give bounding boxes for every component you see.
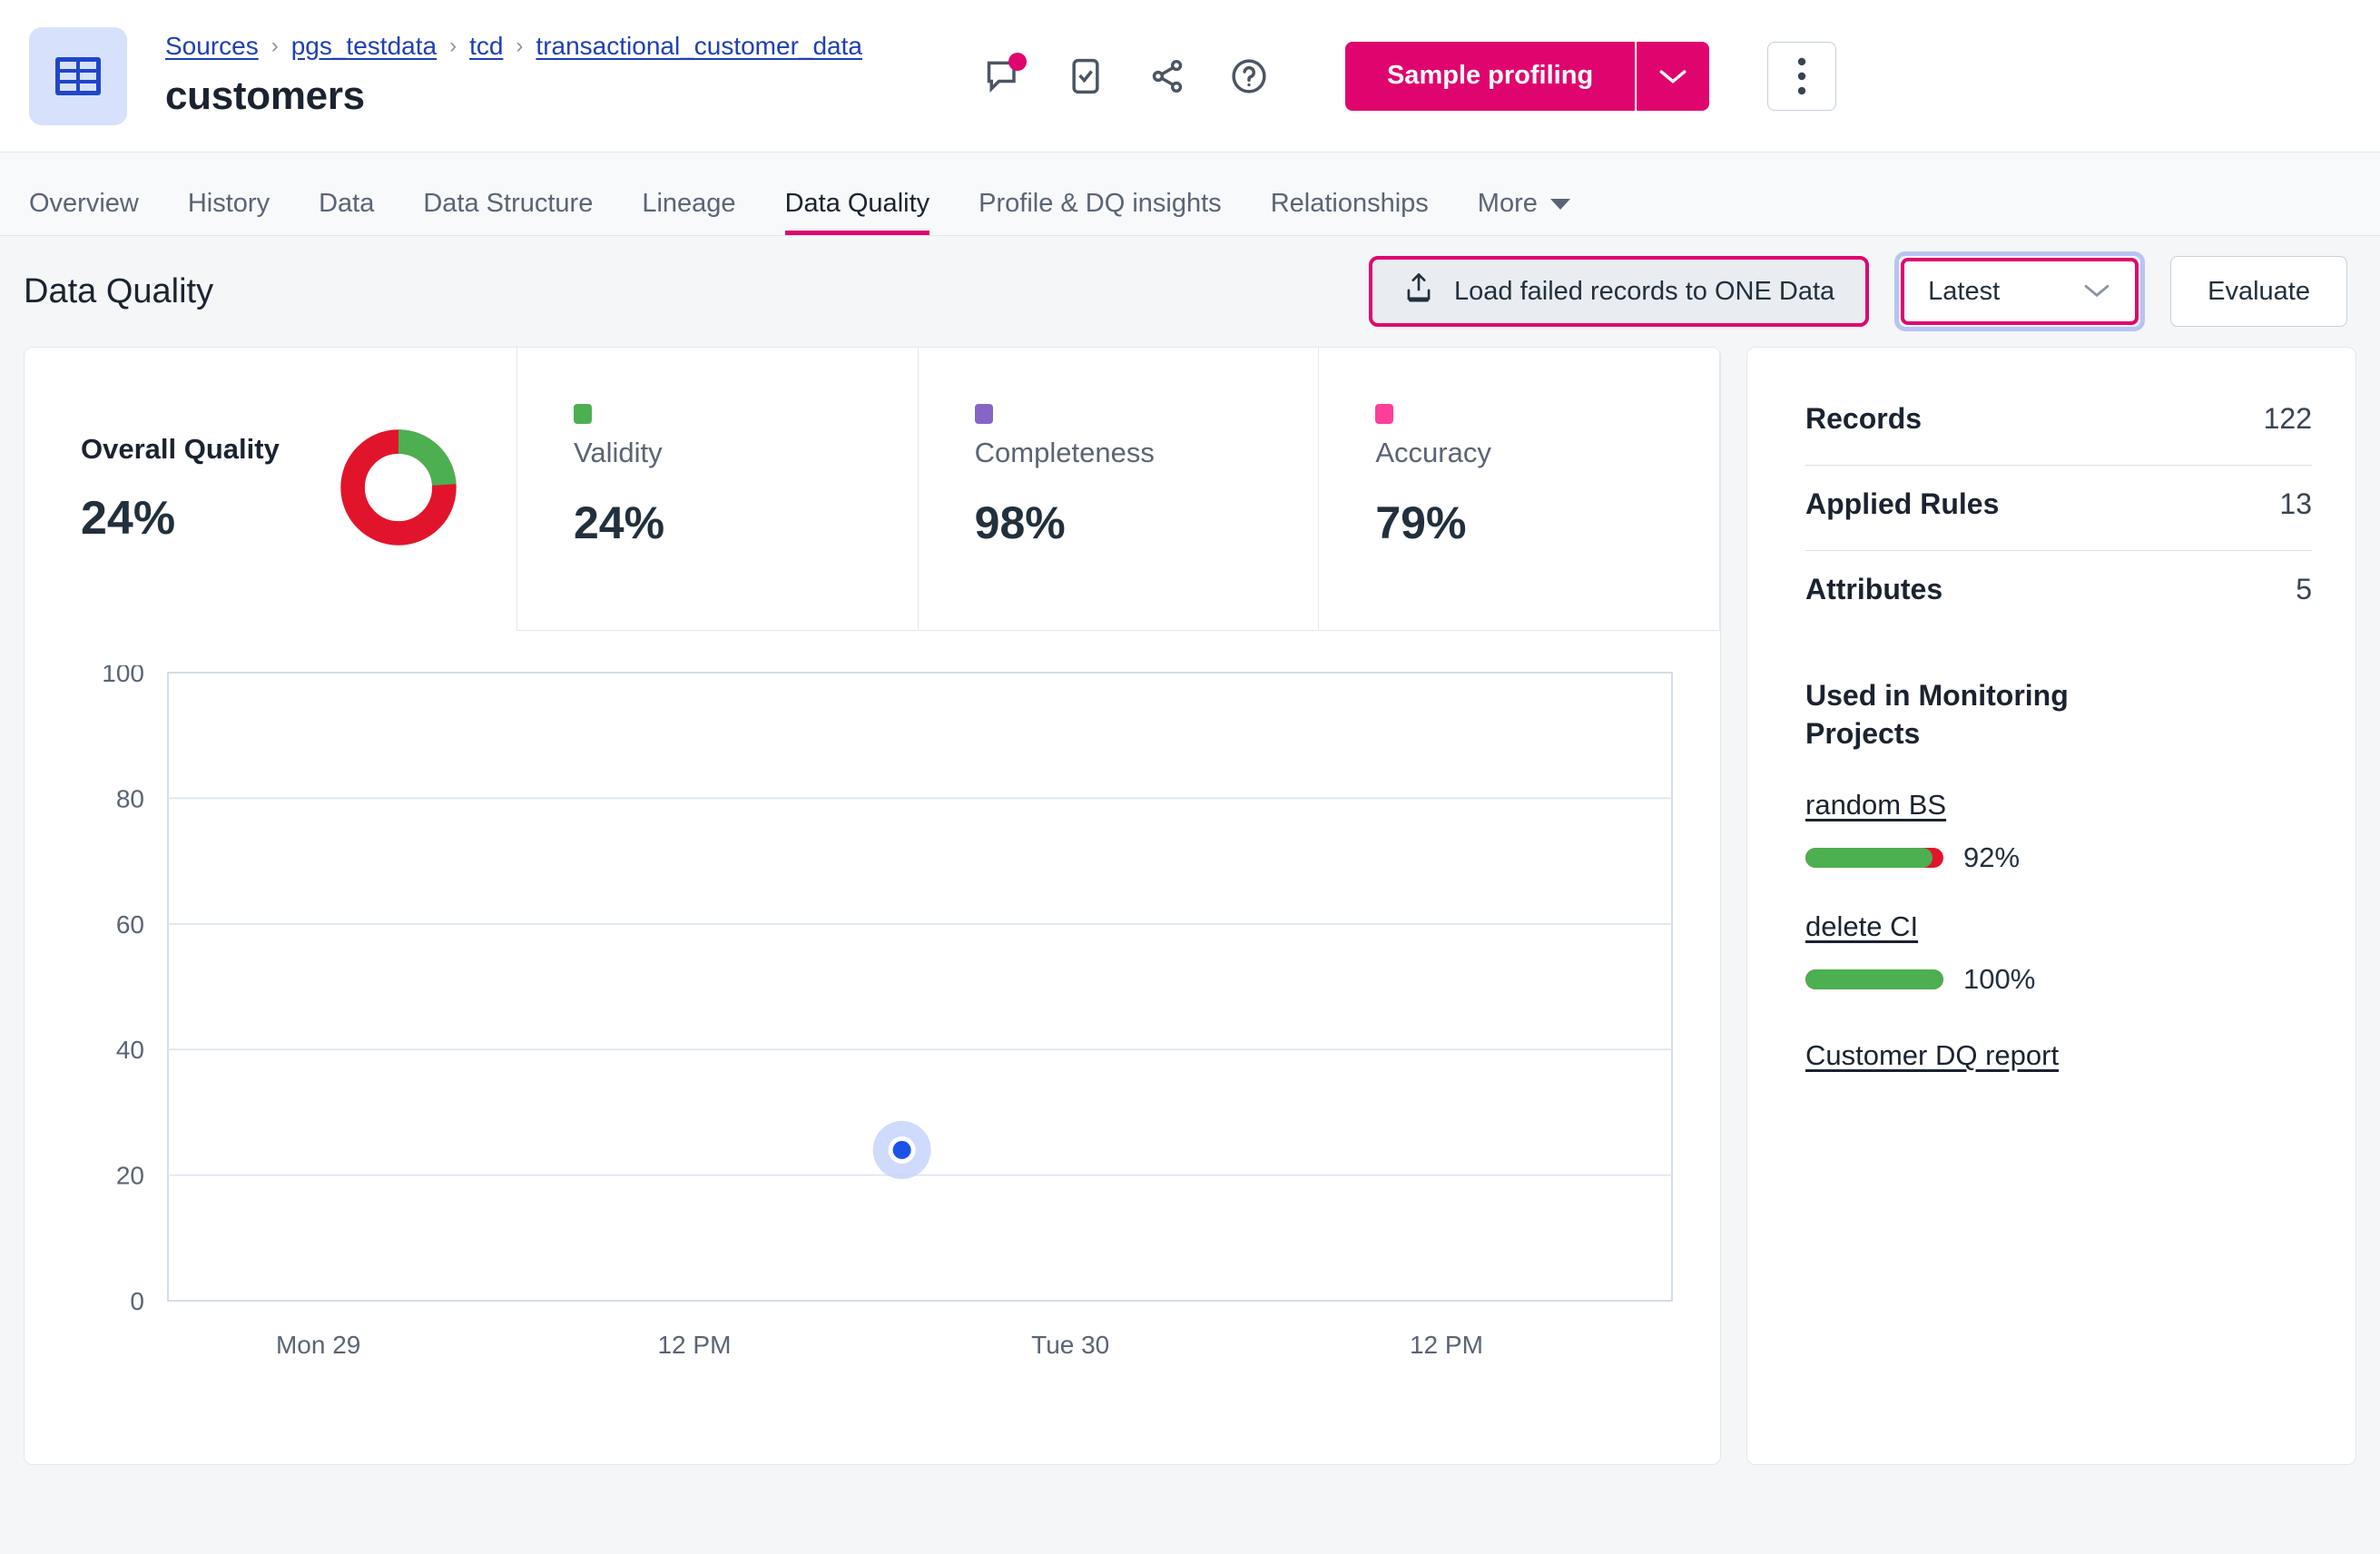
tab-profile-dq-insights[interactable]: Profile & DQ insights [979,189,1222,235]
svg-text:12 PM: 12 PM [657,1331,731,1359]
tab-lineage[interactable]: Lineage [642,189,735,235]
stat-attributes-label: Attributes [1805,573,1943,605]
quality-trend-chart-svg[interactable]: 0 20 40 60 80 100 Mon 29 12 PM Tue 30 12 PM [61,665,1721,1382]
progress-bar-fill [1805,969,1943,990]
share-icon[interactable] [1142,51,1193,102]
progress-bar-track [1805,848,1943,869]
svg-text:20: 20 [116,1162,144,1190]
tab-relationships[interactable]: Relationships [1271,189,1429,235]
breadcrumb-separator: › [270,33,279,58]
notification-badge-dot [1008,52,1027,71]
tab-overview[interactable]: Overview [29,189,139,235]
completeness-color-swatch [974,404,993,424]
stat-records-value: 122 [2263,402,2312,435]
breadcrumb-item-transactional-customer-data[interactable]: transactional_customer_data [536,33,862,59]
upload-icon [1403,271,1434,311]
title-block: Sources › pgs_testdata › tcd › transacti… [165,33,862,119]
svg-text:80: 80 [116,784,144,812]
svg-text:Tue 30: Tue 30 [1031,1331,1109,1359]
breadcrumb-separator: › [516,33,524,58]
latest-select-focus-ring: Latest [1894,251,2146,331]
svg-text:12 PM: 12 PM [1410,1331,1483,1359]
progress-bar-label: 92% [1963,841,2021,874]
help-circle-icon[interactable] [1224,51,1274,102]
latest-select[interactable]: Latest [1901,258,2139,325]
metric-completeness: Completeness 98% [917,348,1319,631]
metrics-row: Overall Quality 24% Validity 24% Complet… [25,348,1720,631]
load-failed-records-button[interactable]: Load failed records to ONE Data [1369,256,1870,327]
overall-quality-label: Overall Quality [81,433,280,465]
load-failed-records-label: Load failed records to ONE Data [1454,276,1835,306]
tab-history[interactable]: History [188,189,270,235]
accuracy-value: 79% [1375,497,1467,548]
breadcrumb: Sources › pgs_testdata › tcd › transacti… [165,33,862,59]
stat-records: Records 122 [1805,380,2312,466]
page-content: Overall Quality 24% Validity 24% Complet… [0,347,2380,1465]
breadcrumb-separator: › [449,33,457,58]
svg-text:100: 100 [102,665,144,687]
more-vertical-icon[interactable] [1767,41,1837,111]
overall-quality-value: 24% [81,492,176,545]
latest-select-value: Latest [1928,276,2001,306]
monitoring-project-link-random-bs[interactable]: random BS [1805,789,1946,821]
used-in-monitoring-projects-heading: Used in Monitoring Projects [1805,679,2069,750]
toolbar-actions: Load failed records to ONE Data Latest E… [1369,251,2347,331]
progress-bar-track [1805,969,1943,990]
table-grid-icon [29,26,127,125]
sample-profiling-chevron-down-icon[interactable] [1635,41,1710,111]
svg-text:40: 40 [116,1036,144,1064]
accuracy-color-swatch [1375,404,1394,424]
quality-trend-chart: 0 20 40 60 80 100 Mon 29 12 PM Tue 30 12 PM [25,631,1720,1382]
monitoring-project-progress-delete-ci: 100% [1805,963,2312,996]
tab-data-quality[interactable]: Data Quality [784,189,929,235]
completeness-value: 98% [974,497,1066,548]
breadcrumb-item-sources[interactable]: Sources [165,33,259,59]
validity-label: Validity [574,437,663,468]
data-quality-main-card: Overall Quality 24% Validity 24% Complet… [24,347,1721,1465]
monitoring-project-progress-random-bs: 92% [1805,841,2312,874]
section-title: Data Quality [24,271,214,310]
metric-validity: Validity 24% [516,348,918,631]
comment-icon[interactable] [979,51,1029,102]
header-actions: Sample profiling [979,41,1837,111]
stat-attributes: Attributes 5 [1805,551,2312,635]
breadcrumb-item-tcd[interactable]: tcd [469,33,503,59]
chevron-down-icon [2082,277,2111,307]
sample-profiling-split-button: Sample profiling [1344,41,1710,111]
breadcrumb-item-pgs-testdata[interactable]: pgs_testdata [291,33,437,59]
customer-dq-report-link[interactable]: Customer DQ report [1805,1039,2059,1072]
svg-text:60: 60 [116,910,144,939]
metric-overall-quality: Overall Quality 24% [25,348,516,631]
accuracy-label: Accuracy [1375,437,1491,468]
svg-text:0: 0 [130,1287,144,1315]
task-check-icon[interactable] [1060,51,1111,102]
monitoring-project-link-delete-ci[interactable]: delete CI [1805,910,1918,943]
completeness-label: Completeness [974,437,1155,468]
tab-data[interactable]: Data [319,189,374,235]
app-header: Sources › pgs_testdata › tcd › transacti… [0,0,2380,152]
validity-value: 24% [574,497,665,548]
chevron-down-icon [1549,198,1570,210]
dq-toolbar: Data Quality Load failed records to ONE … [0,236,2380,347]
stat-applied-rules-label: Applied Rules [1805,487,2000,520]
evaluate-button[interactable]: Evaluate [2170,256,2347,327]
stat-attributes-value: 5 [2296,573,2312,605]
sample-profiling-button[interactable]: Sample profiling [1344,41,1636,111]
tab-data-structure[interactable]: Data Structure [423,189,593,235]
svg-text:Mon 29: Mon 29 [276,1331,360,1359]
summary-side-panel: Records 122 Applied Rules 13 Attributes … [1746,347,2356,1465]
stat-applied-rules: Applied Rules 13 [1805,466,2312,551]
stat-records-label: Records [1805,402,1923,435]
tab-bar: Overview History Data Data Structure Lin… [0,152,2380,236]
validity-color-swatch [574,404,592,424]
stat-applied-rules-value: 13 [2279,487,2312,520]
overall-quality-donut-chart [335,424,462,556]
tab-more[interactable]: More [1478,189,1570,235]
progress-bar-fill [1805,848,1933,869]
page-title: customers [165,73,365,118]
metric-accuracy: Accuracy 79% [1318,348,1720,631]
progress-bar-label: 100% [1963,963,2036,996]
tab-more-label: More [1477,189,1538,218]
